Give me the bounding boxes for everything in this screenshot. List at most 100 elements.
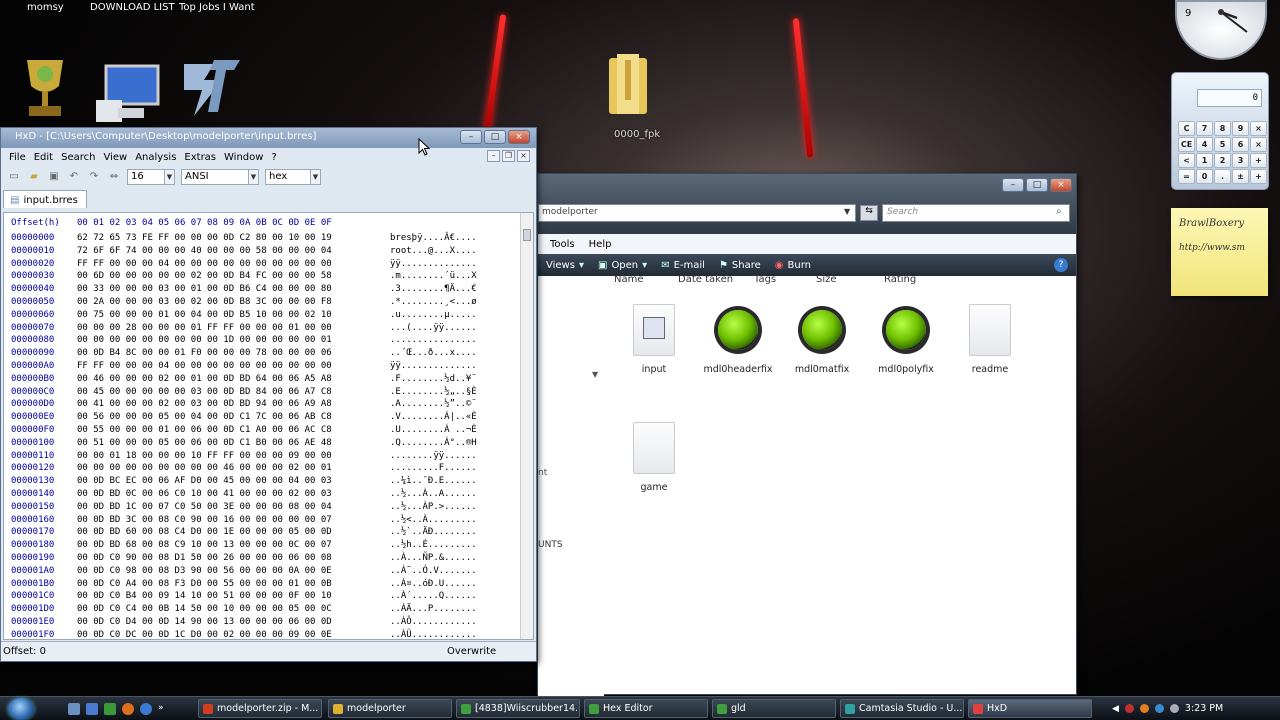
undo-icon[interactable]: ↶: [67, 170, 81, 184]
menu-help[interactable]: Help: [589, 239, 612, 250]
file-mdl0matfix[interactable]: mdl0matfix: [784, 302, 860, 375]
hex-scrollbar[interactable]: [520, 213, 533, 639]
calc-key[interactable]: 3: [1232, 153, 1249, 168]
file-mdl0polyfix[interactable]: mdl0polyfix: [868, 302, 944, 375]
menu-view[interactable]: View: [103, 152, 127, 163]
file-input[interactable]: input: [616, 302, 692, 375]
doc-minimize-button[interactable]: –: [487, 150, 500, 162]
search-input[interactable]: Search: [882, 204, 1070, 222]
calc-key[interactable]: +: [1250, 169, 1267, 184]
trophy-icon[interactable]: [8, 52, 82, 126]
show-desktop-icon[interactable]: [68, 702, 80, 715]
menu-window[interactable]: Window: [224, 152, 263, 163]
burn-button[interactable]: ◉ Burn: [775, 260, 811, 271]
menu-analysis[interactable]: Analysis: [135, 152, 176, 163]
refresh-icon[interactable]: ⇆: [860, 205, 878, 221]
calc-key[interactable]: =: [1178, 169, 1195, 184]
taskbar-item-hex-editor[interactable]: Hex Editor: [584, 699, 708, 718]
calc-key[interactable]: .: [1214, 169, 1231, 184]
redo-icon[interactable]: ↷: [87, 170, 101, 184]
column-tags[interactable]: Tags: [750, 274, 812, 288]
column-date-taken[interactable]: Date taken: [674, 274, 750, 288]
file-readme[interactable]: readme: [952, 302, 1028, 375]
doc-close-button[interactable]: ×: [517, 150, 530, 162]
chevron-right-icon[interactable]: »: [158, 703, 170, 715]
charset-select[interactable]: ANSI ▼: [181, 169, 259, 185]
hxd-minimize-button[interactable]: –: [460, 130, 482, 144]
address-dropdown-icon[interactable]: ▼: [844, 207, 850, 216]
display-mode-select[interactable]: hex ▼: [265, 169, 321, 185]
open-folder-icon[interactable]: ▰: [27, 170, 41, 184]
chevron-down-icon[interactable]: ▼: [592, 370, 598, 379]
explorer-maximize-button[interactable]: □: [1026, 178, 1048, 192]
taskbar-item-modelporter[interactable]: modelporter: [328, 699, 452, 718]
bytes-per-row-select[interactable]: 16 ▼: [127, 169, 175, 185]
help-icon[interactable]: ?: [1054, 258, 1068, 272]
tab-input-brres[interactable]: ▤ input.brres: [3, 190, 87, 208]
folder-icon[interactable]: [600, 50, 656, 120]
desktop-link-momsy[interactable]: momsy: [27, 2, 64, 13]
hex-editor-area[interactable]: Offset(h) 00 01 02 03 04 05 06 07 08 09 …: [3, 212, 534, 640]
menu-edit[interactable]: Edit: [34, 152, 53, 163]
computer-icon[interactable]: [90, 56, 164, 130]
app-quicklaunch-icon[interactable]: [104, 702, 116, 715]
calc-key[interactable]: ±: [1232, 169, 1249, 184]
menu-extras[interactable]: Extras: [184, 152, 216, 163]
views-button[interactable]: Views ▾: [546, 260, 584, 271]
ascii-column[interactable]: bresþÿ....Â€.... root...@...X.... ÿÿ....…: [390, 232, 477, 639]
clock-gadget[interactable]: 9: [1175, 0, 1267, 60]
calc-key[interactable]: 9: [1232, 121, 1249, 136]
volume-icon[interactable]: [1169, 704, 1179, 713]
taskbar-item-hxd[interactable]: HxD: [968, 699, 1092, 718]
file-mdl0headerfix[interactable]: mdl0headerfix: [700, 302, 776, 375]
menu-tools[interactable]: Tools: [550, 239, 575, 250]
column-size[interactable]: Size: [812, 274, 880, 288]
taskbar-item-wiiscrubber[interactable]: [4838]Wiiscrubber14...: [456, 699, 580, 718]
calc-key[interactable]: 0: [1196, 169, 1213, 184]
sticky-note-gadget[interactable]: BrawlBoxery http://www.sm: [1171, 208, 1268, 296]
tray-chevron-icon[interactable]: ◀: [1112, 704, 1119, 714]
email-button[interactable]: ✉ E-mail: [661, 260, 705, 271]
calc-key[interactable]: 1: [1196, 153, 1213, 168]
network-icon[interactable]: [1154, 704, 1164, 713]
open-button[interactable]: ▣ Open ▾: [598, 260, 647, 271]
menu-help[interactable]: ?: [271, 152, 276, 163]
calc-key[interactable]: ×: [1250, 137, 1267, 152]
scroll-thumb[interactable]: [523, 229, 531, 241]
tray-app-icon[interactable]: [1139, 704, 1149, 713]
firefox-icon[interactable]: [122, 702, 134, 715]
record-icon[interactable]: [1124, 704, 1134, 713]
calc-key[interactable]: C: [1178, 121, 1195, 136]
calc-key[interactable]: <: [1178, 153, 1195, 168]
new-file-icon[interactable]: ▭: [7, 170, 21, 184]
address-bar[interactable]: modelporter: [538, 204, 856, 222]
menu-search[interactable]: Search: [61, 152, 95, 163]
explorer-minimize-button[interactable]: –: [1002, 178, 1024, 192]
calc-key[interactable]: 2: [1214, 153, 1231, 168]
search-icon[interactable]: ⌕: [1056, 206, 1062, 217]
hxd-titlebar[interactable]: HxD - [C:\Users\Computer\Desktop\modelpo…: [1, 128, 536, 148]
desktop-link-download-list[interactable]: DOWNLOAD LIST: [90, 2, 175, 13]
calc-key[interactable]: 6: [1232, 137, 1249, 152]
desktop-link-top-jobs[interactable]: Top Jobs I Want: [179, 2, 255, 13]
taskbar-clock[interactable]: 3:23 PM: [1185, 703, 1223, 714]
hxd-close-button[interactable]: ×: [508, 130, 530, 144]
taskbar-item-gld[interactable]: gld: [712, 699, 836, 718]
switch-windows-icon[interactable]: [86, 702, 98, 715]
explorer-close-button[interactable]: ×: [1050, 178, 1072, 192]
calc-key[interactable]: ×: [1250, 121, 1267, 136]
doc-restore-button[interactable]: ❐: [502, 150, 515, 162]
start-button[interactable]: [8, 697, 34, 720]
starcraft-icon[interactable]: [174, 50, 248, 124]
share-button[interactable]: ⚑ Share: [719, 260, 761, 271]
save-icon[interactable]: ▣: [47, 170, 61, 184]
taskbar-item-modelporter-zip[interactable]: modelporter.zip - M...: [198, 699, 322, 718]
column-name[interactable]: Name: [610, 274, 674, 288]
nav-fragment[interactable]: UNTS: [538, 540, 563, 550]
calc-key[interactable]: 7: [1196, 121, 1213, 136]
calc-key[interactable]: 8: [1214, 121, 1231, 136]
hex-bytes-column[interactable]: 62 72 65 73 FE FF 00 00 00 0D C2 80 00 1…: [77, 232, 332, 639]
menu-file[interactable]: File: [9, 152, 26, 163]
file-game[interactable]: game: [616, 420, 692, 493]
calc-key[interactable]: CE: [1178, 137, 1195, 152]
